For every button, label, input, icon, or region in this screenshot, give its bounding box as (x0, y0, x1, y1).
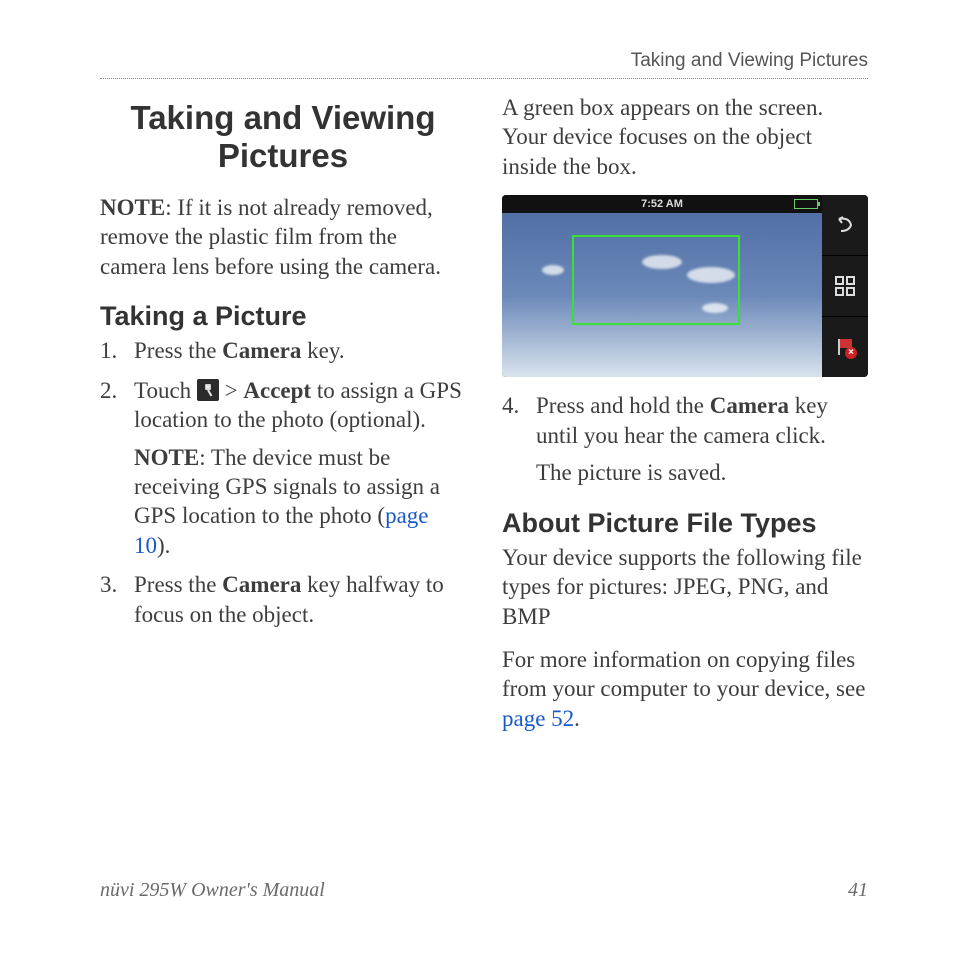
pin-icon (197, 379, 219, 401)
about-p1: Your device supports the following file … (502, 543, 868, 631)
step-4-after: The picture is saved. (536, 458, 868, 487)
camera-key-label: Camera (222, 572, 301, 597)
page-title: Taking and Viewing Pictures (100, 99, 466, 175)
about-p2: For more information on copying files fr… (502, 645, 868, 733)
back-arrow-icon (835, 215, 855, 235)
cloud-graphic (542, 265, 564, 275)
footer-page-number: 41 (848, 879, 868, 902)
step-text: Press the (134, 572, 222, 597)
camera-key-label: Camera (222, 338, 301, 363)
about-p2-tail: . (574, 706, 580, 731)
focus-box (572, 235, 740, 325)
section-taking-heading: Taking a Picture (100, 301, 466, 332)
note-label: NOTE (134, 445, 199, 470)
battery-icon (794, 199, 818, 209)
grid-button[interactable] (822, 256, 868, 317)
footer-manual-title: nüvi 295W Owner's Manual (100, 879, 325, 902)
step-2-note: NOTE: The device must be receiving GPS s… (134, 443, 466, 561)
step-number: 1. (100, 336, 117, 365)
left-column: Taking and Viewing Pictures NOTE: If it … (100, 93, 466, 747)
step-text: Press and hold the (536, 393, 710, 418)
camera-screenshot: 7:52 AM × (502, 195, 868, 377)
step-number: 3. (100, 570, 117, 599)
flag-button[interactable]: × (822, 317, 868, 377)
step-number: 4. (502, 391, 519, 420)
two-column-layout: Taking and Viewing Pictures NOTE: If it … (100, 93, 868, 747)
note-label: NOTE (100, 195, 165, 220)
step-text: Press the (134, 338, 222, 363)
step-text: key. (301, 338, 344, 363)
about-p2-text: For more information on copying files fr… (502, 647, 865, 701)
status-bar: 7:52 AM (502, 195, 822, 213)
step-1: 1. Press the Camera key. (100, 336, 466, 365)
right-column: A green box appears on the screen. Your … (502, 93, 868, 747)
back-button[interactable] (822, 195, 868, 256)
page-52-link[interactable]: page 52 (502, 706, 574, 731)
manual-page: Taking and Viewing Pictures Taking and V… (0, 0, 954, 954)
step-2: 2. Touch > Accept to assign a GPS locati… (100, 376, 466, 561)
page-footer: nüvi 295W Owner's Manual 41 (100, 879, 868, 902)
status-time: 7:52 AM (641, 198, 683, 210)
step-4: 4. Press and hold the Camera key until y… (502, 391, 868, 487)
grid-icon (835, 276, 855, 296)
focus-description: A green box appears on the screen. Your … (502, 93, 868, 181)
running-head: Taking and Viewing Pictures (100, 50, 868, 79)
intro-note: NOTE: If it is not already removed, remo… (100, 193, 466, 281)
step-text: Touch (134, 378, 197, 403)
camera-side-toolbar: × (822, 195, 868, 377)
flag-off-icon: × (835, 337, 855, 357)
section-about-heading: About Picture File Types (502, 508, 868, 539)
steps-list: 1. Press the Camera key. 2. Touch > Acce… (100, 336, 466, 629)
note-text: ). (157, 533, 170, 558)
breadcrumb-sep: > (219, 378, 243, 403)
steps-list-continued: 4. Press and hold the Camera key until y… (502, 391, 868, 487)
step-number: 2. (100, 376, 117, 405)
camera-key-label: Camera (710, 393, 789, 418)
accept-label: Accept (243, 378, 311, 403)
viewfinder: 7:52 AM (502, 195, 822, 377)
step-3: 3. Press the Camera key halfway to focus… (100, 570, 466, 629)
